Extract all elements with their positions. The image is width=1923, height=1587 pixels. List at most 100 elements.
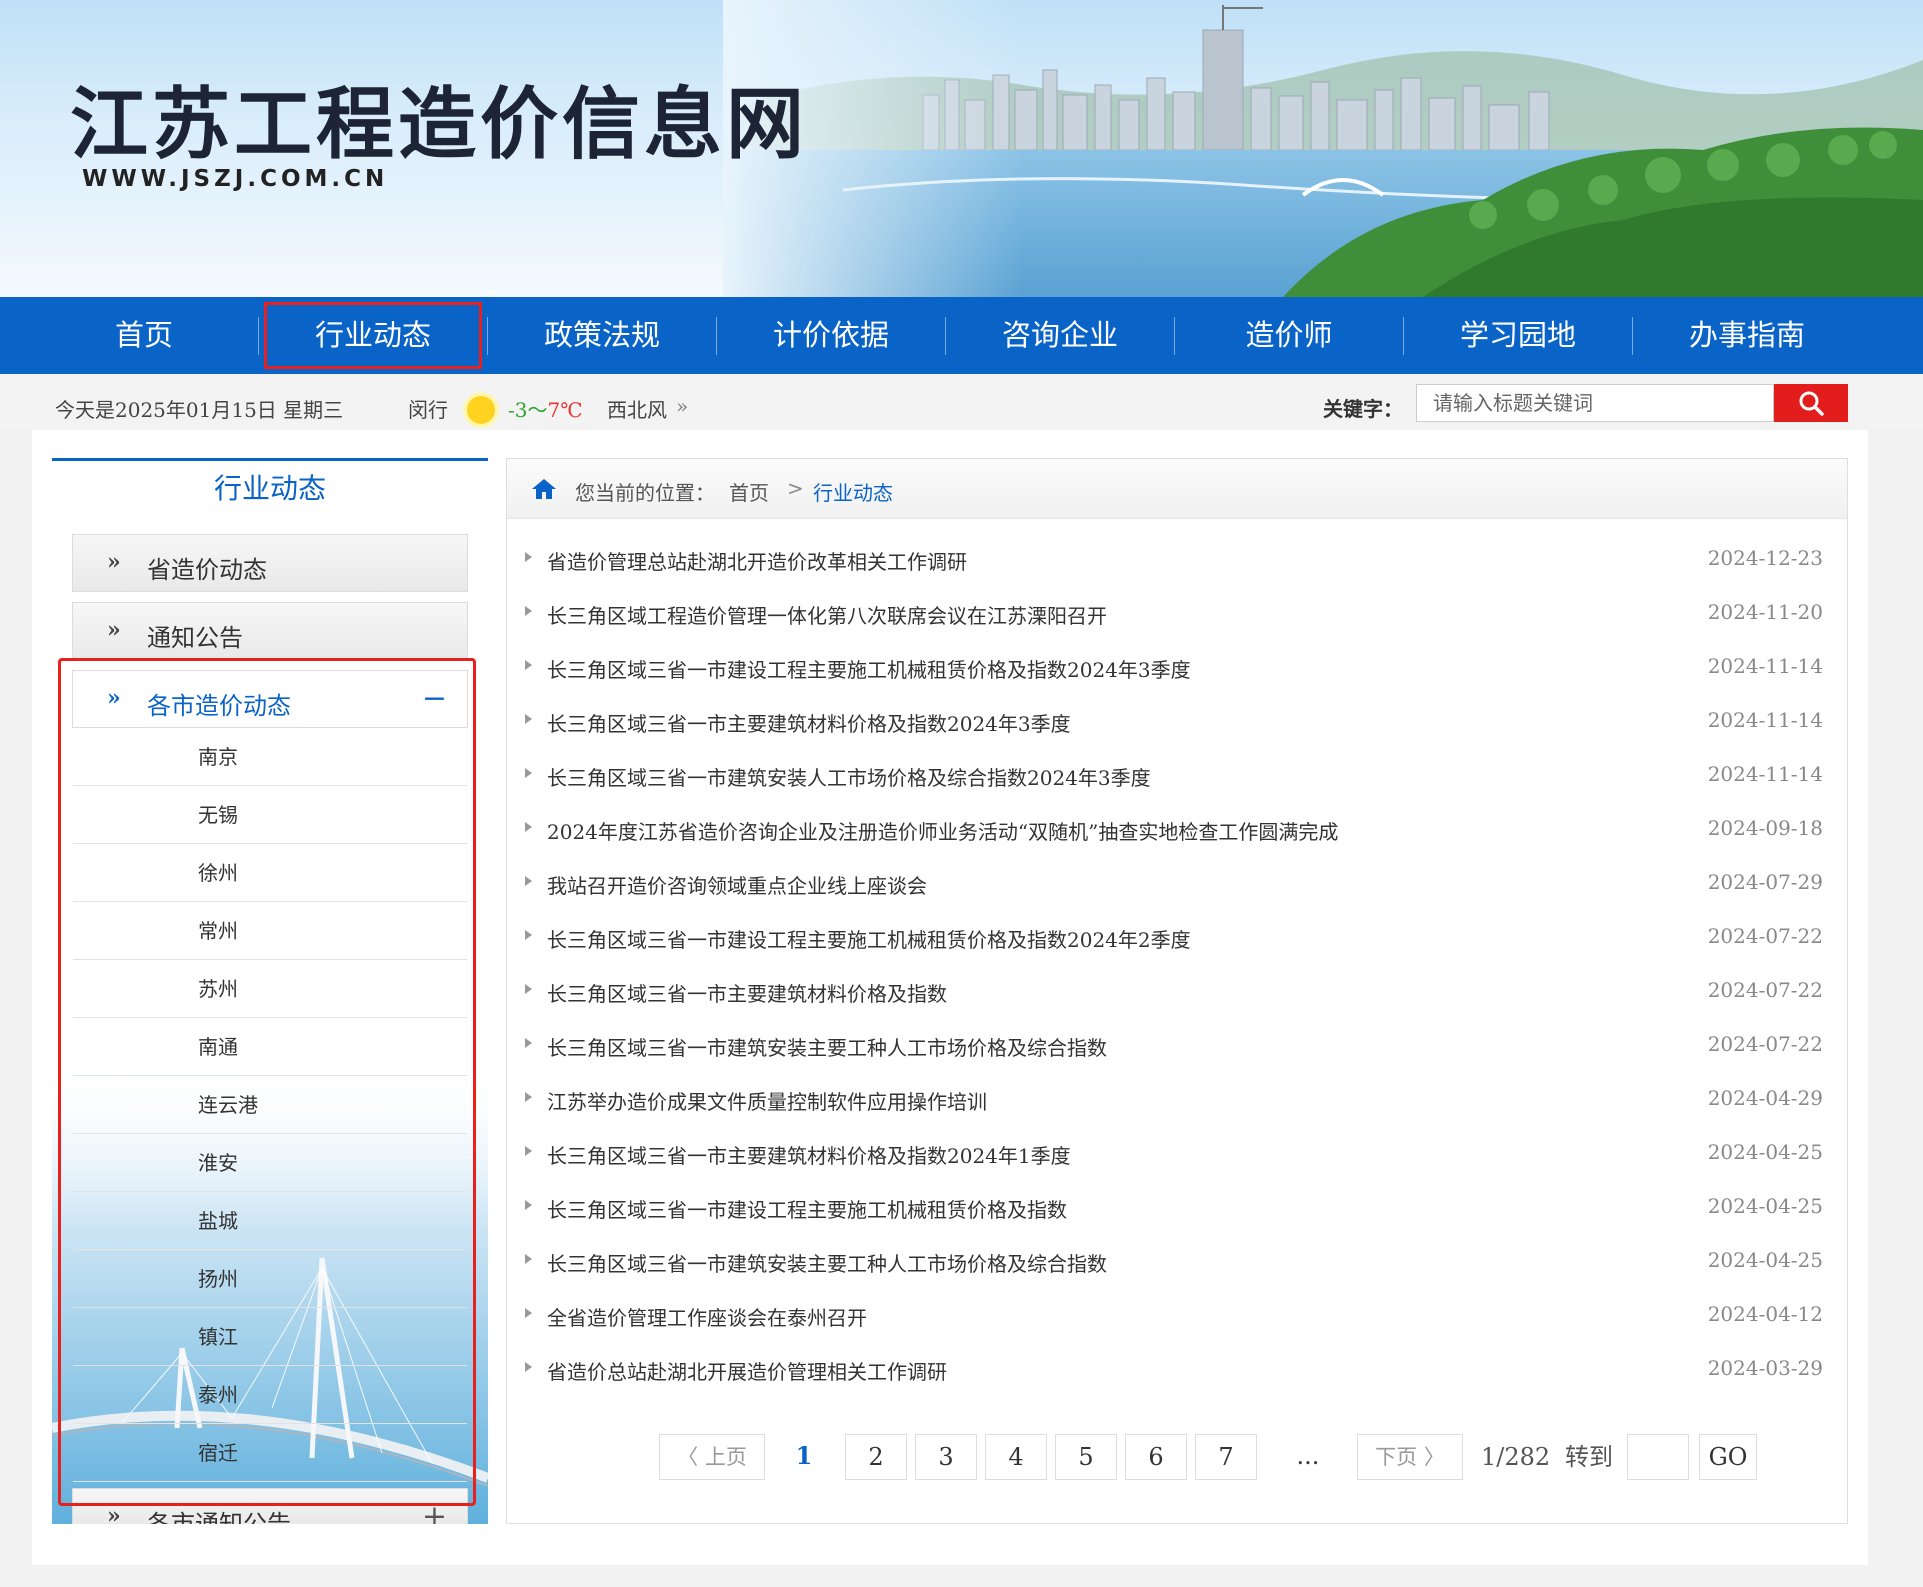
news-item[interactable]: 江苏举办造价成果文件质量控制软件应用操作培训 2024-04-29 [521,1075,1833,1129]
search-button[interactable] [1774,384,1848,422]
news-item[interactable]: 长三角区域三省一市建筑安装人工市场价格及综合指数2024年3季度 2024-11-… [521,751,1833,805]
news-date: 2024-11-14 [1707,762,1823,786]
news-item[interactable]: 长三角区域三省一市主要建筑材料价格及指数2024年1季度 2024-04-25 [521,1129,1833,1183]
nav-guide[interactable]: 办事指南 [1633,297,1861,374]
news-item[interactable]: 长三角区域三省一市建设工程主要施工机械租赁价格及指数2024年3季度 2024-1… [521,643,1833,697]
sidebar-city-item[interactable]: 扬州 [73,1250,467,1308]
sidebar-city-item[interactable]: 连云港 [73,1076,467,1134]
nav-policy[interactable]: 政策法规 [488,297,716,374]
news-title[interactable]: 长三角区域三省一市主要建筑材料价格及指数2024年1季度 [547,1140,1071,1169]
goto-page-input[interactable] [1627,1434,1689,1480]
sidebar-city-item[interactable]: 盐城 [73,1192,467,1250]
sidebar-city-item[interactable]: 泰州 [73,1366,467,1424]
news-item[interactable]: 长三角区域三省一市建设工程主要施工机械租赁价格及指数 2024-04-25 [521,1183,1833,1237]
news-item[interactable]: 我站召开造价咨询领域重点企业线上座谈会 2024-07-29 [521,859,1833,913]
news-item[interactable]: 省造价管理总站赴湖北开造价改革相关工作调研 2024-12-23 [521,535,1833,589]
sidebar-city-item[interactable]: 苏州 [73,960,467,1018]
nav-learning[interactable]: 学习园地 [1404,297,1632,374]
home-icon [532,479,556,499]
news-title[interactable]: 长三角区域三省一市建设工程主要施工机械租赁价格及指数 [547,1194,1067,1223]
news-item[interactable]: 长三角区域三省一市主要建筑材料价格及指数 2024-07-22 [521,967,1833,1021]
temp-high: 7℃ [547,398,583,422]
breadcrumb-home-link[interactable]: 首页 [729,477,769,506]
sidebar-city-item[interactable]: 南京 [73,728,467,786]
news-title[interactable]: 省造价总站赴湖北开展造价管理相关工作调研 [547,1356,947,1385]
news-item[interactable]: 长三角区域工程造价管理一体化第八次联席会议在江苏溧阳召开 2024-11-20 [521,589,1833,643]
breadcrumb-current[interactable]: 行业动态 [813,477,893,506]
page-number[interactable]: 7 [1195,1434,1257,1480]
news-title[interactable]: 长三角区域三省一市主要建筑材料价格及指数 [547,978,947,1007]
news-title[interactable]: 长三角区域三省一市建筑安装人工市场价格及综合指数2024年3季度 [547,762,1151,791]
weather-wind: 西北风 [607,398,667,422]
nav-home[interactable]: 首页 [30,297,258,374]
news-date: 2024-09-18 [1707,816,1823,840]
sidebar-cat-city-notices[interactable]: » 各市通知公告 + [72,1488,468,1524]
news-title[interactable]: 江苏举办造价成果文件质量控制软件应用操作培训 [547,1086,987,1115]
sidebar-city-item[interactable]: 南通 [73,1018,467,1076]
bullet-icon [525,660,532,670]
breadcrumb-label: 您当前的位置： [575,481,715,505]
news-item[interactable]: 长三角区域三省一市主要建筑材料价格及指数2024年3季度 2024-11-14 [521,697,1833,751]
news-title[interactable]: 长三角区域三省一市建设工程主要施工机械租赁价格及指数2024年3季度 [547,654,1191,683]
page-number-current[interactable]: 1 [780,1434,828,1480]
news-item[interactable]: 全省造价管理工作座谈会在泰州召开 2024-04-12 [521,1291,1833,1345]
news-date: 2024-11-20 [1707,600,1823,624]
news-date: 2024-11-14 [1707,708,1823,732]
news-item[interactable]: 省造价总站赴湖北开展造价管理相关工作调研 2024-03-29 [521,1345,1833,1399]
main-nav: 首页 行业动态 政策法规 计价依据 咨询企业 造价师 学习园地 办事指南 [0,297,1923,374]
sidebar-city-item[interactable]: 淮安 [73,1134,467,1192]
news-title[interactable]: 长三角区域三省一市建筑安装主要工种人工市场价格及综合指数 [547,1032,1107,1061]
expand-plus-icon[interactable]: + [422,1499,447,1524]
search-input[interactable] [1416,384,1774,422]
news-item[interactable]: 2024年度江苏省造价咨询企业及注册造价师业务活动“双随机”抽查实地检查工作圆满… [521,805,1833,859]
news-date: 2024-12-23 [1707,546,1823,570]
sidebar-city-item[interactable]: 镇江 [73,1308,467,1366]
double-chevron-right-icon: » [107,1503,121,1524]
page-number[interactable]: 5 [1055,1434,1117,1480]
news-title[interactable]: 长三角区域三省一市主要建筑材料价格及指数2024年3季度 [547,708,1071,737]
search-icon [1799,391,1824,416]
nav-cost-engineer[interactable]: 造价师 [1175,297,1403,374]
news-item[interactable]: 长三角区域三省一市建筑安装主要工种人工市场价格及综合指数 2024-04-25 [521,1237,1833,1291]
nav-pricing-basis[interactable]: 计价依据 [717,297,945,374]
page-number[interactable]: 3 [915,1434,977,1480]
page-number[interactable]: 6 [1125,1434,1187,1480]
news-title[interactable]: 我站召开造价咨询领域重点企业线上座谈会 [547,870,927,899]
sidebar-city-item[interactable]: 徐州 [73,844,467,902]
goto-label: 转到 [1565,1443,1613,1471]
news-item[interactable]: 长三角区域三省一市建筑安装主要工种人工市场价格及综合指数 2024-07-22 [521,1021,1833,1075]
content-panel: 您当前的位置： 首页 > 行业动态 省造价管理总站赴湖北开造价改革相关工作调研 2… [506,458,1848,1524]
bullet-icon [525,984,532,994]
page-number[interactable]: 2 [845,1434,907,1480]
news-date: 2024-07-22 [1707,1032,1823,1056]
bullet-icon [525,876,532,886]
nav-industry-news[interactable]: 行业动态 [259,297,487,374]
site-logo-title[interactable]: 江苏工程造价信息网 [70,62,808,174]
bullet-icon [525,1038,532,1048]
sidebar-city-item[interactable]: 常州 [73,902,467,960]
sidebar-cat-city-news[interactable]: » 各市造价动态 − [72,670,468,728]
news-item[interactable]: 长三角区域三省一市建设工程主要施工机械租赁价格及指数2024年2季度 2024-0… [521,913,1833,967]
collapse-minus-icon[interactable]: − [422,681,447,716]
prev-page-button[interactable]: 〈 上页 [659,1434,765,1480]
double-chevron-right-icon: » [107,685,121,711]
news-title[interactable]: 全省造价管理工作座谈会在泰州召开 [547,1302,867,1331]
news-title[interactable]: 2024年度江苏省造价咨询企业及注册造价师业务活动“双随机”抽查实地检查工作圆满… [547,816,1338,845]
sidebar-cat-notices[interactable]: » 通知公告 [72,602,468,660]
news-title[interactable]: 长三角区域三省一市建设工程主要施工机械租赁价格及指数2024年2季度 [547,924,1191,953]
weather-more-icon[interactable]: » [676,394,688,418]
sidebar-city-item[interactable]: 无锡 [73,786,467,844]
news-title[interactable]: 省造价管理总站赴湖北开造价改革相关工作调研 [547,546,967,575]
bullet-icon [525,552,532,562]
next-page-button[interactable]: 下页 〉 [1357,1434,1463,1480]
news-title[interactable]: 长三角区域工程造价管理一体化第八次联席会议在江苏溧阳召开 [547,600,1107,629]
sidebar-cat-province-news[interactable]: » 省造价动态 [72,534,468,592]
keyword-label: 关键字： [1323,397,1403,421]
sidebar-cat-label: 通知公告 [147,624,243,652]
news-date: 2024-04-29 [1707,1086,1823,1110]
news-date: 2024-07-22 [1707,978,1823,1002]
page-number[interactable]: 4 [985,1434,1047,1480]
go-button[interactable]: GO [1699,1434,1757,1480]
nav-consulting-firms[interactable]: 咨询企业 [946,297,1174,374]
news-title[interactable]: 长三角区域三省一市建筑安装主要工种人工市场价格及综合指数 [547,1248,1107,1277]
